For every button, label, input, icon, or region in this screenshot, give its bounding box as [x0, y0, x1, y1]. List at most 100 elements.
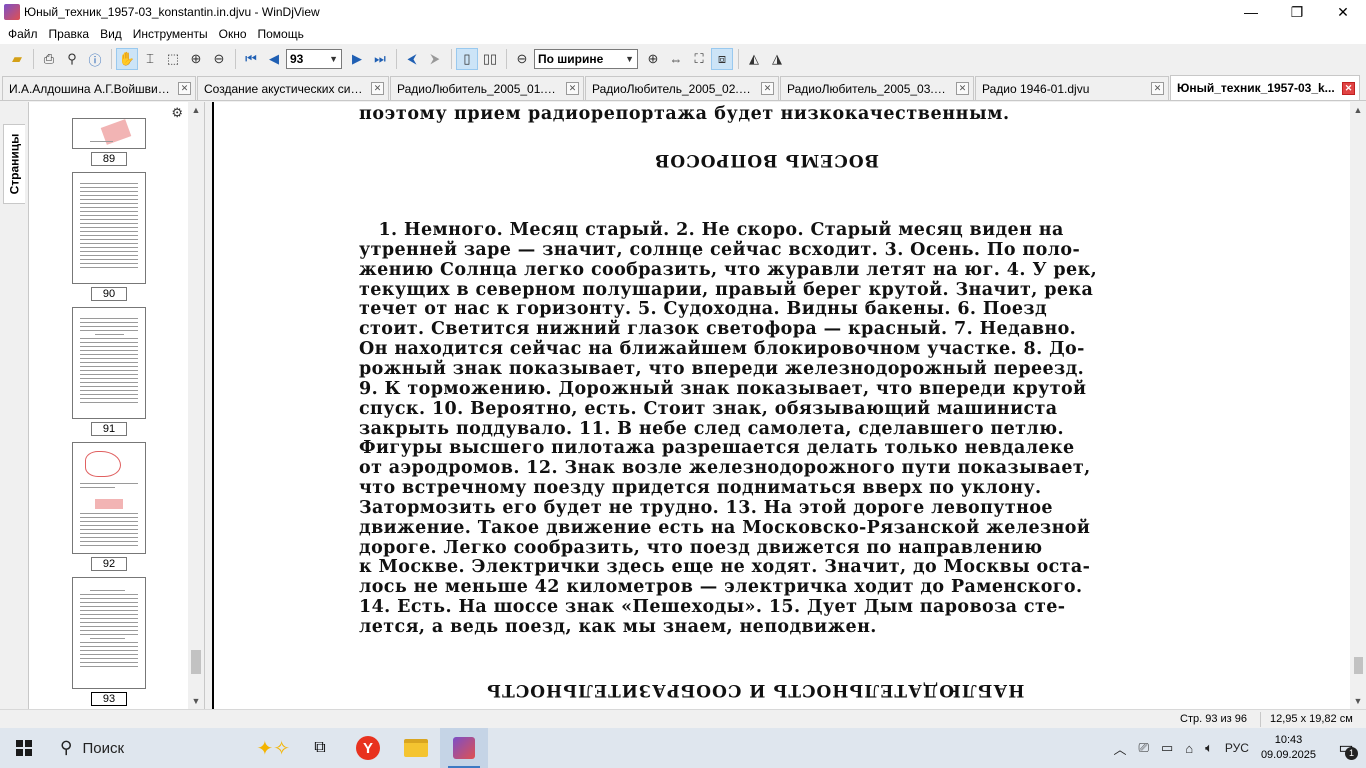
scroll-down-icon[interactable]: ▼ — [1350, 693, 1366, 709]
document-tab[interactable]: РадиоЛюбитель_2005_02.djvu ✕ — [585, 76, 779, 100]
thumbnail-scrollbar[interactable]: ▲ ▼ — [188, 102, 204, 709]
taskbar-search[interactable]: ⚲ Поиск ✦✧ — [48, 728, 296, 768]
document-text-line: к Москве. Электрички здесь еще не ходят.… — [359, 557, 1091, 578]
clock[interactable]: 10:43 09.09.2025 — [1261, 733, 1316, 763]
zoom-mode-combo[interactable]: По ширине ▼ — [534, 49, 638, 69]
fit-page-icon[interactable]: ⛶ — [688, 48, 710, 70]
menu-window[interactable]: Окно — [215, 27, 251, 41]
menu-view[interactable]: Вид — [96, 27, 126, 41]
language-indicator[interactable]: РУС — [1225, 741, 1249, 755]
scroll-up-icon[interactable]: ▲ — [1350, 102, 1366, 118]
info-icon[interactable]: ⓘ — [84, 48, 106, 70]
document-tab-bar: И.А.Алдошина А.Г.Войшвилл... ✕ Создание … — [0, 75, 1366, 101]
print-icon[interactable]: ⎙ — [38, 48, 60, 70]
chevron-down-icon: ▼ — [625, 54, 634, 64]
minimize-button[interactable]: — — [1228, 0, 1274, 24]
windjview-icon — [453, 737, 475, 759]
document-tab[interactable]: И.А.Алдошина А.Г.Войшвилл... ✕ — [2, 76, 196, 100]
thumbnail-label-current[interactable]: 93 — [91, 692, 127, 706]
toolbar-separator — [396, 49, 397, 69]
file-explorer-icon[interactable] — [392, 728, 440, 768]
find-icon[interactable]: ⚲ — [61, 48, 83, 70]
menu-help[interactable]: Помощь — [254, 27, 308, 41]
close-window-button[interactable]: ✕ — [1320, 0, 1366, 24]
forward-icon[interactable]: ⮞ — [424, 48, 446, 70]
start-button[interactable] — [0, 728, 48, 768]
tab-close-icon[interactable]: ✕ — [956, 82, 969, 95]
windjview-app-icon — [4, 4, 20, 20]
page-thumbnail-current[interactable] — [72, 577, 146, 689]
tab-pages[interactable]: Страницы — [3, 124, 25, 204]
zoom-out-icon[interactable]: ⊖ — [511, 48, 533, 70]
tab-close-icon[interactable]: ✕ — [1151, 82, 1164, 95]
zoom-in-tool-icon[interactable]: ⊕ — [185, 48, 207, 70]
panel-splitter[interactable] — [204, 102, 212, 709]
page-thumbnail[interactable] — [72, 307, 146, 419]
first-page-icon[interactable]: ⏮ — [240, 48, 262, 70]
next-page-icon[interactable]: ▶ — [346, 48, 368, 70]
hand-tool-icon[interactable]: ✋ — [116, 48, 138, 70]
last-page-icon[interactable]: ⏭ — [369, 48, 391, 70]
yandex-browser-icon[interactable]: Y — [344, 728, 392, 768]
gear-icon[interactable]: ⚙ — [171, 105, 183, 121]
page-size-status: 12,95 x 19,82 см — [1270, 713, 1353, 725]
previous-page-icon[interactable]: ◀ — [263, 48, 285, 70]
document-text-line: Он находится сейчас на ближайшем блокиро… — [359, 339, 1085, 360]
page-number-combo[interactable]: 93 ▼ — [286, 49, 342, 69]
zoom-in-icon[interactable]: ⊕ — [642, 48, 664, 70]
maximize-button[interactable]: ❐ — [1274, 0, 1320, 24]
notification-center-icon[interactable]: ▭ 1 — [1326, 728, 1366, 768]
scroll-down-icon[interactable]: ▼ — [188, 693, 204, 709]
task-view-icon[interactable]: ⧉ — [296, 728, 344, 768]
document-text-line: что встречному поезду придется поднимать… — [359, 478, 1042, 499]
tab-close-icon[interactable]: ✕ — [178, 82, 191, 95]
clock-time: 10:43 — [1274, 734, 1303, 746]
rotate-right-icon[interactable]: ◮ — [766, 48, 788, 70]
zoom-out-tool-icon[interactable]: ⊖ — [208, 48, 230, 70]
toolbar-separator — [738, 49, 739, 69]
thumbnail-label[interactable]: 90 — [91, 287, 127, 301]
tab-label: РадиоЛюбитель_2005_03.djvu — [787, 81, 952, 96]
menu-edit[interactable]: Правка — [45, 27, 94, 41]
document-view[interactable]: поэтому прием радиорепортажа будет низко… — [212, 102, 1350, 709]
tab-close-icon[interactable]: ✕ — [1342, 81, 1355, 95]
menu-tools[interactable]: Инструменты — [129, 27, 212, 41]
facing-pages-layout-icon[interactable]: ▯▯ — [479, 48, 501, 70]
page-thumbnail[interactable] — [72, 118, 146, 149]
thumbnail-label[interactable]: 92 — [91, 557, 127, 571]
text-select-icon[interactable]: ⌶ — [139, 48, 161, 70]
thumbnail-label[interactable]: 89 — [91, 152, 127, 166]
document-tab[interactable]: РадиоЛюбитель_2005_01.djvu ✕ — [390, 76, 584, 100]
network-icon[interactable]: ⌂ — [1185, 741, 1193, 756]
battery-icon[interactable]: ▭ — [1161, 740, 1173, 756]
thumbnail-label[interactable]: 91 — [91, 422, 127, 436]
tab-close-icon[interactable]: ✕ — [371, 82, 384, 95]
scroll-up-icon[interactable]: ▲ — [188, 102, 204, 118]
tab-close-icon[interactable]: ✕ — [566, 82, 579, 95]
volume-icon[interactable]: 🔈︎ — [1205, 740, 1213, 756]
thumbnail-panel: ⚙ ✕ 89 90 91 92 93 ▲ — [28, 102, 204, 709]
document-tab-active[interactable]: Юный_техник_1957-03_k... ✕ — [1170, 75, 1360, 100]
open-folder-icon[interactable]: ▰ — [6, 48, 28, 70]
meet-now-icon[interactable]: ⎚ — [1139, 740, 1149, 756]
menu-file[interactable]: Файл — [4, 27, 42, 41]
rotate-left-icon[interactable]: ◭ — [743, 48, 765, 70]
page-thumbnail[interactable] — [72, 172, 146, 284]
scrollbar-thumb[interactable] — [191, 650, 201, 674]
document-tab[interactable]: Создание акустических сист... ✕ — [197, 76, 389, 100]
document-text-line: 14. Есть. На шоссе знак «Пешеходы». 15. … — [359, 597, 1066, 618]
page-thumbnail[interactable] — [72, 442, 146, 554]
rect-select-icon[interactable]: ⬚ — [162, 48, 184, 70]
document-scrollbar[interactable]: ▲ ▼ — [1350, 102, 1366, 709]
document-tab[interactable]: РадиоЛюбитель_2005_03.djvu ✕ — [780, 76, 974, 100]
show-hidden-icons-icon[interactable]: ︿ — [1114, 739, 1127, 758]
actual-size-icon[interactable]: ⧈ — [711, 48, 733, 70]
fit-width-icon[interactable]: ⇔ — [665, 48, 687, 70]
back-icon[interactable]: ⮜ — [401, 48, 423, 70]
tab-close-icon[interactable]: ✕ — [761, 82, 774, 95]
document-tab[interactable]: Радио 1946-01.djvu ✕ — [975, 76, 1169, 100]
windjview-taskbar-icon[interactable] — [440, 728, 488, 768]
single-page-layout-icon[interactable]: ▯ — [456, 48, 478, 70]
scrollbar-thumb[interactable] — [1354, 657, 1363, 674]
notification-badge: 1 — [1345, 747, 1358, 760]
